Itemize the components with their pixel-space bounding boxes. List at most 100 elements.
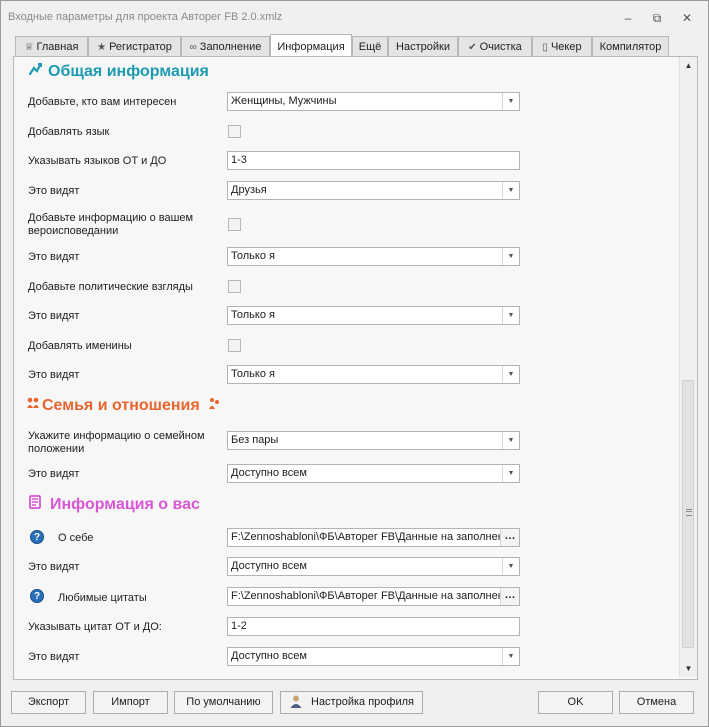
nameday-visibility-combo[interactable]: Только я ▼ — [227, 365, 520, 384]
button-label: Настройка профиля — [311, 696, 414, 708]
combo-value: Друзья — [231, 184, 267, 196]
religion-checkbox[interactable] — [228, 218, 241, 231]
tab-compiler[interactable]: Компилятор — [592, 36, 669, 56]
add-language-label: Добавлять язык — [28, 126, 110, 138]
religion-label: Добавьте информацию о вашем вероисповеда… — [28, 212, 194, 237]
tab-label: Информация — [277, 41, 345, 53]
minimize-button[interactable]: ‒ — [617, 9, 639, 27]
about-me-path-input[interactable]: F:\Zennoshabloni\ФБ\Авторег FB\Данные на… — [227, 528, 520, 547]
path-value: F:\Zennoshabloni\ФБ\Авторег FB\Данные на… — [231, 531, 501, 543]
tab-label: Настройки — [396, 41, 450, 53]
about-me-label: О себе — [58, 532, 94, 544]
restore-button[interactable]: ⧉ — [646, 9, 668, 27]
information-panel: Общая информация Добавьте, кто вам интер… — [13, 56, 698, 680]
people-icon — [208, 396, 220, 413]
arrow-icon — [28, 62, 42, 79]
lang-visibility-label: Это видят — [28, 185, 80, 197]
politics-label: Добавьте политические взгляды — [28, 281, 193, 293]
section-title-text: Семья и отношения — [42, 397, 200, 414]
tab-settings[interactable]: Настройки — [388, 36, 458, 56]
tab-information[interactable]: Информация — [270, 34, 352, 57]
scroll-down-icon[interactable]: ▼ — [680, 660, 697, 677]
help-icon[interactable]: ? — [30, 589, 44, 603]
scroll-up-icon[interactable]: ▲ — [680, 57, 697, 74]
tab-filling[interactable]: ∞ Заполнение — [181, 36, 270, 56]
quotes-range-input[interactable]: 1-2 — [227, 617, 520, 636]
combo-value: Женщины, Мужчины — [231, 95, 337, 107]
tab-label: Компилятор — [599, 41, 662, 53]
nameday-label: Добавлять именины — [28, 340, 132, 352]
chevron-down-icon[interactable]: ▼ — [502, 248, 519, 265]
close-button[interactable]: ✕ — [676, 9, 698, 27]
combo-value: Доступно всем — [231, 560, 307, 572]
cancel-button[interactable]: Отмена — [619, 691, 694, 714]
vertical-scrollbar[interactable]: ▲ ▼ — [679, 57, 697, 677]
politics-visibility-label: Это видят — [28, 310, 80, 322]
user-icon — [289, 694, 303, 709]
crown-icon: ♕ — [24, 42, 34, 53]
tab-cleaning[interactable]: ✔ Очистка — [458, 36, 532, 56]
scroll-thumb[interactable] — [682, 380, 694, 648]
chevron-down-icon[interactable]: ▼ — [502, 465, 519, 482]
phone-icon: ▯ — [542, 42, 548, 53]
window-title: Входные параметры для проекта Авторег FB… — [8, 11, 283, 23]
religion-visibility-combo[interactable]: Только я ▼ — [227, 247, 520, 266]
tab-main[interactable]: ♕ Главная — [15, 36, 88, 56]
combo-value: Только я — [231, 250, 275, 262]
combo-value: Только я — [231, 368, 275, 380]
interested-combo[interactable]: Женщины, Мужчины ▼ — [227, 92, 520, 111]
relationship-label: Укажите информацию о семейном положении — [28, 430, 205, 455]
interested-label: Добавьте, кто вам интересен — [28, 96, 177, 108]
scroll-content: Общая информация Добавьте, кто вам интер… — [14, 57, 679, 677]
grip-icon — [686, 509, 692, 516]
browse-button[interactable]: … — [500, 588, 519, 605]
infinity-icon: ∞ — [189, 42, 197, 53]
chevron-down-icon[interactable]: ▼ — [502, 648, 519, 665]
add-language-checkbox[interactable] — [228, 125, 241, 138]
quotes-path-input[interactable]: F:\Zennoshabloni\ФБ\Авторег FB\Данные на… — [227, 587, 520, 606]
export-button[interactable]: Экспорт — [11, 691, 86, 714]
nameday-checkbox[interactable] — [228, 339, 241, 352]
profile-settings-button[interactable]: Настройка профиля — [280, 691, 423, 714]
book-icon — [28, 495, 42, 512]
people-icon — [26, 396, 40, 413]
chevron-down-icon[interactable]: ▼ — [502, 432, 519, 449]
lang-visibility-combo[interactable]: Друзья ▼ — [227, 181, 520, 200]
chevron-down-icon[interactable]: ▼ — [502, 558, 519, 575]
tab-label: Регистратор — [109, 41, 172, 53]
combo-value: Без пары — [231, 434, 279, 446]
tab-more[interactable]: Ещё — [352, 36, 388, 56]
section-general-title: Общая информация — [28, 62, 209, 81]
relationship-visibility-label: Это видят — [28, 468, 80, 480]
defaults-button[interactable]: По умолчанию — [174, 691, 273, 714]
chevron-down-icon[interactable]: ▼ — [502, 366, 519, 383]
section-about-title: Информация о вас — [28, 495, 200, 514]
religion-visibility-label: Это видят — [28, 251, 80, 263]
about-me-visibility-combo[interactable]: Доступно всем ▼ — [227, 557, 520, 576]
tab-label: Очистка — [479, 41, 522, 53]
tab-registrator[interactable]: ★ Регистратор — [88, 36, 181, 56]
browse-button[interactable]: … — [500, 529, 519, 546]
politics-visibility-combo[interactable]: Только я ▼ — [227, 306, 520, 325]
relationship-combo[interactable]: Без пары ▼ — [227, 431, 520, 450]
chevron-down-icon[interactable]: ▼ — [502, 307, 519, 324]
about-me-visibility-label: Это видят — [28, 561, 80, 573]
tab-label: Ещё — [358, 41, 382, 53]
title-bar: Входные параметры для проекта Авторег FB… — [1, 1, 708, 35]
quotes-visibility-label: Это видят — [28, 651, 80, 663]
ok-button[interactable]: OK — [538, 691, 613, 714]
quotes-visibility-combo[interactable]: Доступно всем ▼ — [227, 647, 520, 666]
chevron-down-icon[interactable]: ▼ — [502, 182, 519, 199]
politics-checkbox[interactable] — [228, 280, 241, 293]
chevron-down-icon[interactable]: ▼ — [502, 93, 519, 110]
dialog-window: Входные параметры для проекта Авторег FB… — [0, 0, 709, 727]
lang-range-input[interactable]: 1-3 — [227, 151, 520, 170]
quotes-range-label: Указывать цитат ОТ и ДО: — [28, 621, 162, 633]
tab-label: Главная — [36, 41, 79, 53]
combo-value: Только я — [231, 309, 275, 321]
relationship-visibility-combo[interactable]: Доступно всем ▼ — [227, 464, 520, 483]
tab-checker[interactable]: ▯ Чекер — [532, 36, 592, 56]
import-button[interactable]: Импорт — [93, 691, 168, 714]
combo-value: Доступно всем — [231, 467, 307, 479]
help-icon[interactable]: ? — [30, 530, 44, 544]
